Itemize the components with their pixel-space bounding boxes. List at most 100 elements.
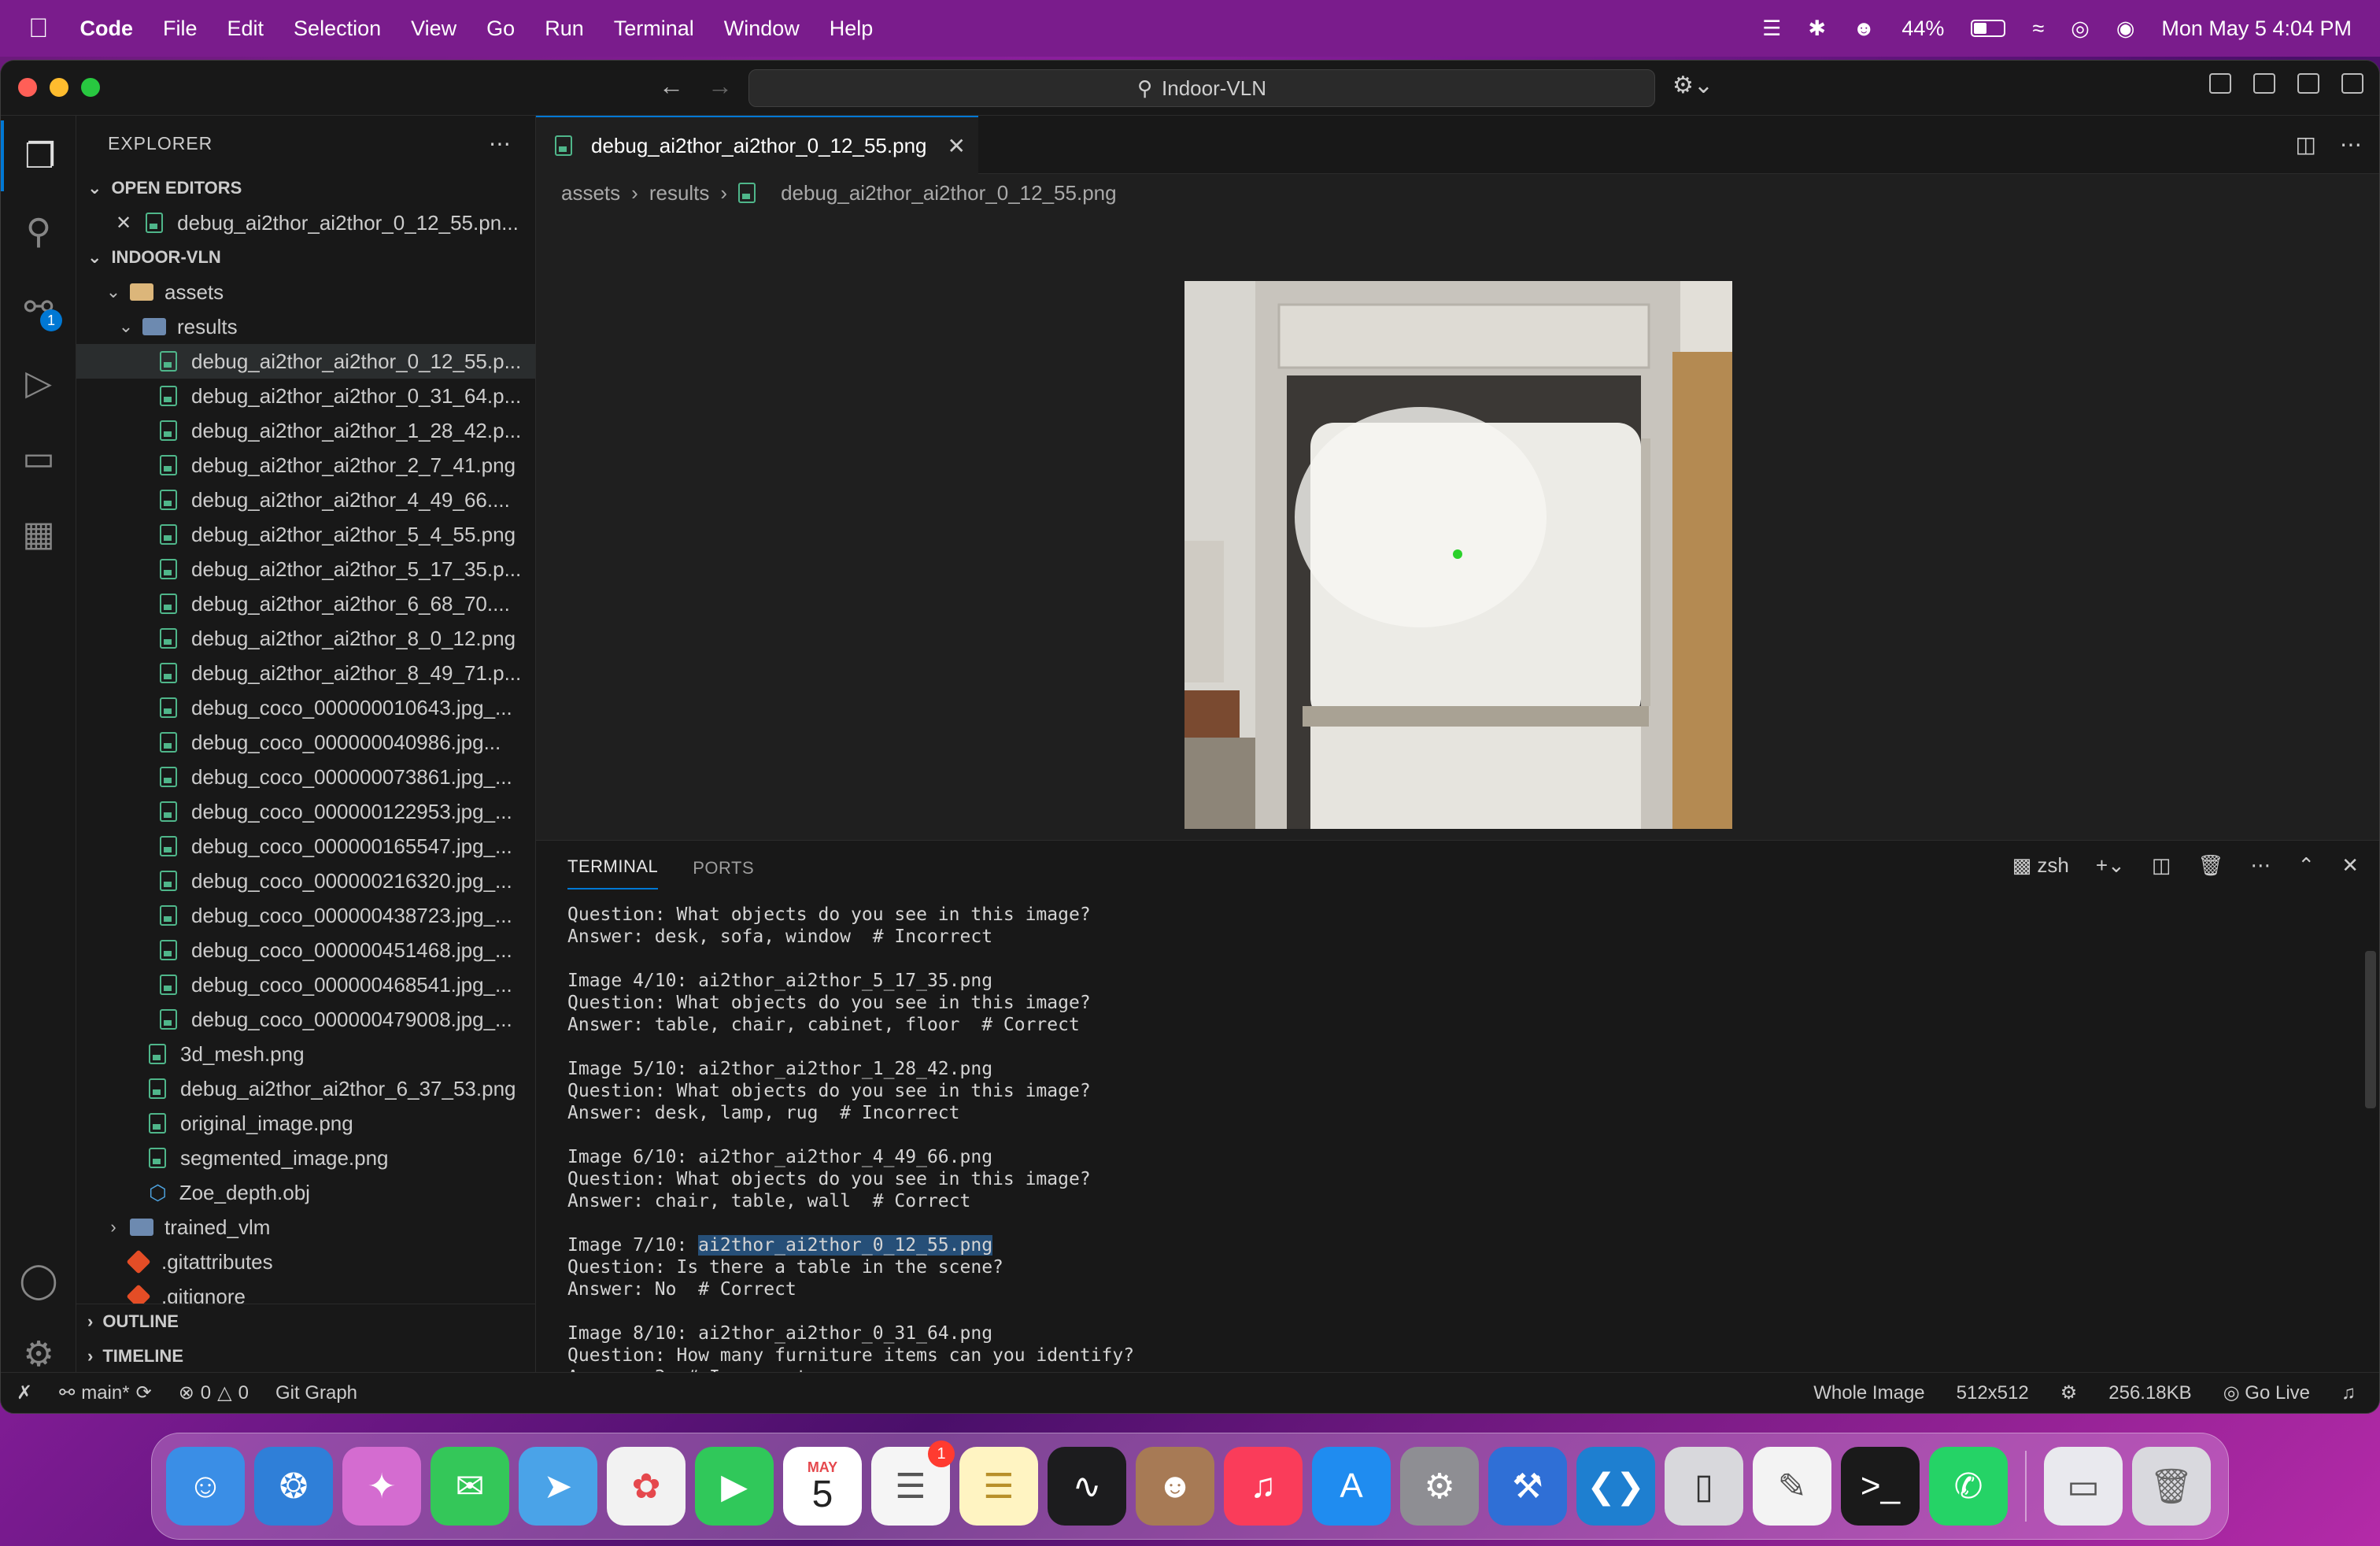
- recent-document-icon[interactable]: ▭: [2044, 1447, 2123, 1526]
- file-item[interactable]: debug_coco_000000122953.jpg_...: [76, 794, 535, 829]
- file-item[interactable]: debug_ai2thor_ai2thor_4_49_66....: [76, 483, 535, 517]
- more-actions-icon[interactable]: ⋯: [2340, 131, 2362, 157]
- split-editor-icon[interactable]: ◫: [2296, 131, 2316, 157]
- remote-indicator-icon[interactable]: ✗: [17, 1381, 32, 1404]
- menu-go[interactable]: Go: [486, 17, 515, 41]
- copilot-icon[interactable]: ⚙⌄: [1672, 72, 1713, 99]
- finder-icon[interactable]: ☺: [166, 1447, 245, 1526]
- split-terminal-icon[interactable]: ◫: [2152, 853, 2171, 878]
- timeline-section[interactable]: › TIMELINE: [76, 1339, 535, 1374]
- search-activity-icon[interactable]: ⚲: [1, 196, 76, 267]
- bluetooth-icon[interactable]: ✱: [1808, 17, 1826, 41]
- xcode-icon[interactable]: ⚒: [1488, 1447, 1567, 1526]
- remote-explorer-icon[interactable]: ▭: [1, 423, 76, 494]
- calendar-icon[interactable]: MAY 5: [783, 1447, 862, 1526]
- menu-app-name[interactable]: Code: [80, 17, 134, 41]
- stage-manager-icon[interactable]: ☰: [1762, 17, 1781, 41]
- control-center-icon[interactable]: ◎: [2071, 17, 2090, 41]
- file-item[interactable]: debug_ai2thor_ai2thor_5_17_35.p...: [76, 552, 535, 586]
- siri-icon[interactable]: ◉: [2116, 17, 2135, 41]
- menu-selection[interactable]: Selection: [294, 17, 381, 41]
- folder-results[interactable]: ⌄ results: [76, 309, 535, 344]
- contacts-icon[interactable]: ☻: [1136, 1447, 1214, 1526]
- file-item[interactable]: debug_ai2thor_ai2thor_6_68_70....: [76, 586, 535, 621]
- menu-terminal[interactable]: Terminal: [614, 17, 694, 41]
- customize-layout-icon[interactable]: [2209, 73, 2231, 94]
- close-icon[interactable]: ✕: [116, 212, 131, 235]
- toggle-sidebar-icon[interactable]: [2253, 73, 2275, 94]
- open-editor-item[interactable]: ✕ debug_ai2thor_ai2thor_0_12_55.pn...: [76, 205, 535, 240]
- file-item[interactable]: .gitattributes: [76, 1245, 535, 1279]
- reminders-icon[interactable]: ☰ 1: [871, 1441, 955, 1526]
- image-preview[interactable]: [1184, 281, 1732, 829]
- file-item[interactable]: debug_coco_000000040986.jpg...: [76, 725, 535, 760]
- file-item[interactable]: debug_coco_000000073861.jpg_...: [76, 760, 535, 794]
- menubar-clock[interactable]: Mon May 5 4:04 PM: [2161, 17, 2352, 41]
- forward-arrow-icon[interactable]: →: [708, 72, 733, 101]
- file-item[interactable]: debug_ai2thor_ai2thor_5_4_55.png: [76, 517, 535, 552]
- outline-section[interactable]: › OUTLINE: [76, 1304, 535, 1339]
- wifi-icon[interactable]: ≈: [2032, 17, 2044, 41]
- trash-icon[interactable]: 🗑: [2197, 853, 2223, 878]
- simulator-icon[interactable]: ▯: [1665, 1447, 1743, 1526]
- new-terminal-icon[interactable]: +⌄: [2096, 853, 2125, 878]
- vscode-icon[interactable]: ❮❯: [1576, 1447, 1655, 1526]
- command-center-search[interactable]: ⚲ Indoor-VLN: [748, 69, 1655, 107]
- tab-ports[interactable]: PORTS: [693, 858, 754, 890]
- extensions-icon[interactable]: ▦: [1, 498, 76, 569]
- apple-menu-icon[interactable]: : [28, 13, 49, 44]
- file-item[interactable]: 3d_mesh.png: [76, 1037, 535, 1071]
- ai-app-icon[interactable]: ✦: [342, 1447, 421, 1526]
- more-actions-icon[interactable]: ⋯: [489, 131, 512, 157]
- minimize-window-button[interactable]: [50, 78, 68, 97]
- file-item[interactable]: original_image.png: [76, 1106, 535, 1141]
- trash-bin-icon[interactable]: 🗑: [2132, 1447, 2211, 1526]
- terminal-output[interactable]: Question: What objects do you see in thi…: [567, 904, 2349, 1374]
- run-debug-icon[interactable]: ▷: [1, 347, 76, 418]
- menu-file[interactable]: File: [163, 17, 198, 41]
- close-tab-icon[interactable]: ✕: [948, 133, 966, 159]
- terminal-app-icon[interactable]: >_: [1841, 1447, 1920, 1526]
- file-item[interactable]: debug_ai2thor_ai2thor_0_12_55.p...: [76, 344, 535, 379]
- photos-icon[interactable]: ✿: [607, 1447, 686, 1526]
- file-item[interactable]: debug_ai2thor_ai2thor_8_49_71.p...: [76, 656, 535, 690]
- whatsapp-icon[interactable]: ✆: [1929, 1447, 2008, 1526]
- system-settings-icon[interactable]: ⚙: [1400, 1447, 1479, 1526]
- file-item[interactable]: debug_coco_000000438723.jpg_...: [76, 898, 535, 933]
- close-window-button[interactable]: [18, 78, 37, 97]
- file-item[interactable]: ⬡ Zoe_depth.obj: [76, 1175, 535, 1210]
- menu-run[interactable]: Run: [545, 17, 584, 41]
- file-item[interactable]: debug_coco_000000451468.jpg_...: [76, 933, 535, 967]
- safari-icon[interactable]: ❂: [254, 1447, 333, 1526]
- stocks-icon[interactable]: ∿: [1048, 1447, 1126, 1526]
- more-actions-icon[interactable]: ⋯: [2250, 853, 2271, 878]
- folder-assets[interactable]: ⌄ assets: [76, 275, 535, 309]
- maps-icon[interactable]: ➤: [519, 1447, 597, 1526]
- facetime-icon[interactable]: ▶: [695, 1447, 774, 1526]
- accounts-icon[interactable]: ◯: [1, 1245, 76, 1315]
- image-zoom-mode[interactable]: Whole Image: [1813, 1382, 1924, 1404]
- close-panel-icon[interactable]: ✕: [2341, 853, 2359, 878]
- music-icon[interactable]: ♫: [1224, 1447, 1303, 1526]
- git-graph-button[interactable]: Git Graph: [275, 1382, 357, 1404]
- file-item[interactable]: debug_coco_000000468541.jpg_...: [76, 967, 535, 1002]
- explorer-icon[interactable]: ❐: [1, 120, 76, 191]
- terminal-shell-icon[interactable]: ▩ zsh: [2012, 853, 2069, 878]
- file-item[interactable]: debug_ai2thor_ai2thor_2_7_41.png: [76, 448, 535, 483]
- menu-window[interactable]: Window: [724, 17, 800, 41]
- terminal-scrollbar[interactable]: [2365, 951, 2376, 1108]
- source-control-icon[interactable]: ⚯ 1: [1, 272, 76, 342]
- toggle-secondary-sidebar-icon[interactable]: [2341, 73, 2363, 94]
- notifications-bell-icon[interactable]: ♫: [2341, 1382, 2356, 1404]
- menu-help[interactable]: Help: [830, 17, 874, 41]
- copilot-status-icon[interactable]: ⚙: [2060, 1381, 2078, 1404]
- file-item[interactable]: debug_ai2thor_ai2thor_0_31_64.p...: [76, 379, 535, 413]
- file-item[interactable]: debug_ai2thor_ai2thor_8_0_12.png: [76, 621, 535, 656]
- open-editors-section[interactable]: ⌄ OPEN EDITORS: [76, 171, 535, 205]
- branch-indicator[interactable]: ⚯ main* ⟳: [59, 1381, 152, 1404]
- file-item[interactable]: debug_coco_000000216320.jpg_...: [76, 864, 535, 898]
- battery-icon[interactable]: [1971, 20, 2006, 37]
- file-item[interactable]: debug_ai2thor_ai2thor_1_28_42.p...: [76, 413, 535, 448]
- file-item[interactable]: debug_coco_000000010643.jpg_...: [76, 690, 535, 725]
- messages-icon[interactable]: ✉: [431, 1447, 509, 1526]
